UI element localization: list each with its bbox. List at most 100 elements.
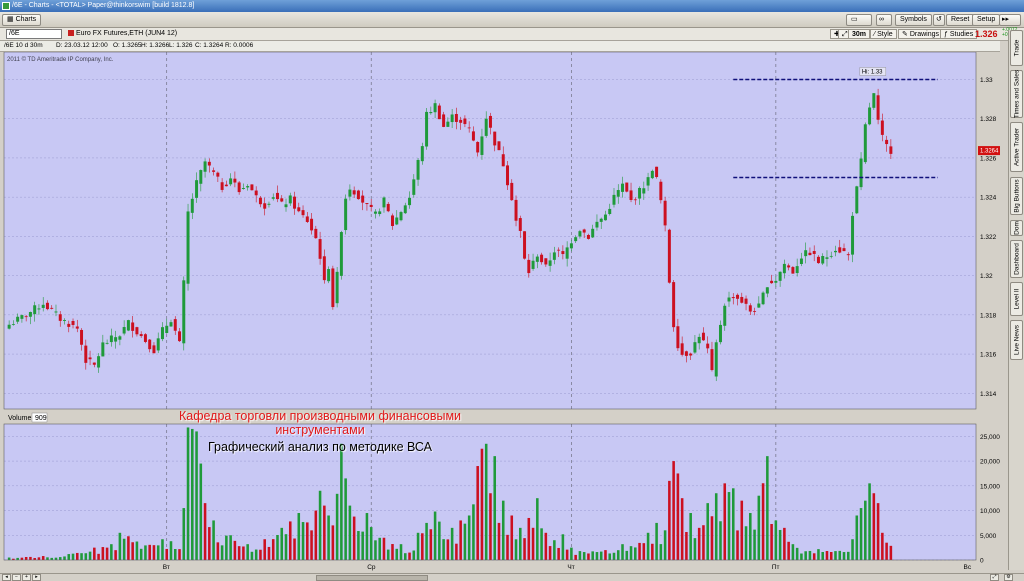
candle-body xyxy=(156,338,160,351)
volume-bar xyxy=(812,553,816,560)
volume-bar xyxy=(570,547,573,560)
candle-body xyxy=(540,254,544,263)
volume-bar xyxy=(582,552,586,560)
volume-bar xyxy=(208,527,211,560)
candle-body xyxy=(765,287,769,294)
volume-bar xyxy=(881,532,884,560)
volume-bar xyxy=(757,495,761,560)
price-volume-chart[interactable]: Hi: 1.33 1.33 1.328 1.326 1.324 1.322 1.32 1.3… xyxy=(0,51,1000,573)
scroll-right-icon[interactable]: ▸ xyxy=(32,574,41,581)
candle-body xyxy=(254,190,258,196)
volume-bar xyxy=(139,548,143,560)
style-button[interactable]: ⁄ Style xyxy=(870,29,897,39)
symbols-button[interactable]: Symbols xyxy=(895,14,932,26)
volume-bar xyxy=(604,550,607,560)
candle-body xyxy=(680,343,684,355)
volume-bar xyxy=(587,553,590,560)
volume-bar xyxy=(740,500,744,560)
symbol-input[interactable]: /6E xyxy=(6,29,62,39)
link-button[interactable]: ∞ xyxy=(876,14,892,26)
charts-tab-button[interactable]: ▦ Charts xyxy=(2,14,42,26)
more-button[interactable]: ▸▸ xyxy=(999,14,1021,26)
candle-body xyxy=(391,215,394,226)
symbol-toolbar: /6E Euro FX Futures,ETH (JUN4 12) ✚ ⤢ 30… xyxy=(0,28,1024,41)
volume-bar xyxy=(131,542,134,560)
candle-body xyxy=(863,124,867,163)
volume-tick-label: 25,000 xyxy=(980,434,1000,441)
timeframe-button[interactable]: 30m xyxy=(848,29,871,39)
side-tab-level-ii[interactable]: Level II xyxy=(1010,282,1023,316)
candle-body xyxy=(24,316,28,318)
candle-body xyxy=(808,252,812,256)
studies-button[interactable]: ƒ Studies xyxy=(940,29,978,39)
candle-body xyxy=(689,353,693,356)
candle-body xyxy=(420,146,424,162)
setup-button[interactable]: Setup xyxy=(972,14,1001,26)
volume-bar xyxy=(54,557,58,560)
volume-bar xyxy=(778,529,782,560)
volume-bar xyxy=(625,550,629,560)
zoom-in-icon[interactable]: + xyxy=(22,574,31,581)
candle-body xyxy=(314,228,318,239)
volume-bar xyxy=(352,516,356,560)
side-tab-trade[interactable]: Trade xyxy=(1010,30,1023,66)
volume-bar xyxy=(58,557,62,560)
side-tab-dashboard[interactable]: Dashboard xyxy=(1010,240,1023,278)
scroll-left-icon[interactable]: ◂ xyxy=(2,574,11,581)
candle-body xyxy=(838,247,842,253)
volume-bar xyxy=(523,538,526,560)
candle-body xyxy=(369,204,373,208)
volume-bar xyxy=(88,551,92,560)
volume-bar xyxy=(595,552,599,560)
side-tab-live-news[interactable]: Live News xyxy=(1010,320,1023,360)
volume-bar xyxy=(493,456,497,560)
volume-bar xyxy=(804,551,807,560)
candle-body xyxy=(165,325,169,334)
candle-body xyxy=(829,255,833,257)
candle-body xyxy=(293,196,297,209)
volume-bar xyxy=(216,542,220,560)
candle-body xyxy=(825,257,829,259)
volume-bar xyxy=(378,537,381,560)
candle-body xyxy=(403,205,407,214)
volume-bar xyxy=(808,550,812,560)
candle-body xyxy=(97,356,101,368)
candle-body xyxy=(114,337,118,342)
window-titlebar: /6E - Charts - <TOTAL> Paper@thinkorswim… xyxy=(0,0,1024,12)
candle-body xyxy=(701,332,705,341)
volume-bar xyxy=(105,547,109,560)
reset-icon-button[interactable]: ↺ xyxy=(933,14,945,26)
volume-bar xyxy=(173,549,177,560)
side-tab-big-buttons[interactable]: Big Buttons xyxy=(1010,177,1023,215)
candle-body xyxy=(288,195,292,204)
volume-bar xyxy=(24,557,28,560)
settings-icon[interactable]: ⚙ xyxy=(1004,574,1013,581)
volume-bar xyxy=(553,540,556,560)
side-tab-times-and-sales[interactable]: Times and Sales xyxy=(1010,70,1023,118)
volume-bar xyxy=(344,478,347,560)
side-tab-dom[interactable]: Dom xyxy=(1010,220,1023,236)
candle-body xyxy=(876,95,880,120)
volume-bar xyxy=(646,532,650,560)
chart-area[interactable]: Hi: 1.33 1.33 1.328 1.326 1.324 1.322 1.32 1.3… xyxy=(0,51,1000,573)
candle-body xyxy=(305,216,309,222)
candle-body xyxy=(872,93,876,108)
volume-bar xyxy=(855,515,859,560)
volume-bar xyxy=(467,515,471,560)
reset-button[interactable]: Reset xyxy=(946,14,975,26)
price-tick-label: 1.314 xyxy=(980,391,997,398)
candle-body xyxy=(582,229,586,233)
candle-body xyxy=(182,280,186,344)
drawings-button[interactable]: ✎ Drawings xyxy=(898,29,943,39)
horizontal-scrollbar[interactable] xyxy=(316,575,428,581)
volume-bar xyxy=(220,545,224,560)
window-size-button[interactable]: ▭ xyxy=(846,14,872,26)
volume-bar xyxy=(7,557,11,560)
candle-body xyxy=(45,302,49,310)
expand-icon[interactable]: ⤢ xyxy=(990,574,999,581)
candle-body xyxy=(378,211,382,215)
volume-bar xyxy=(476,466,479,560)
zoom-out-icon[interactable]: − xyxy=(12,574,21,581)
side-tab-active-trader[interactable]: Active Trader xyxy=(1010,122,1023,172)
candle-body xyxy=(143,334,147,342)
